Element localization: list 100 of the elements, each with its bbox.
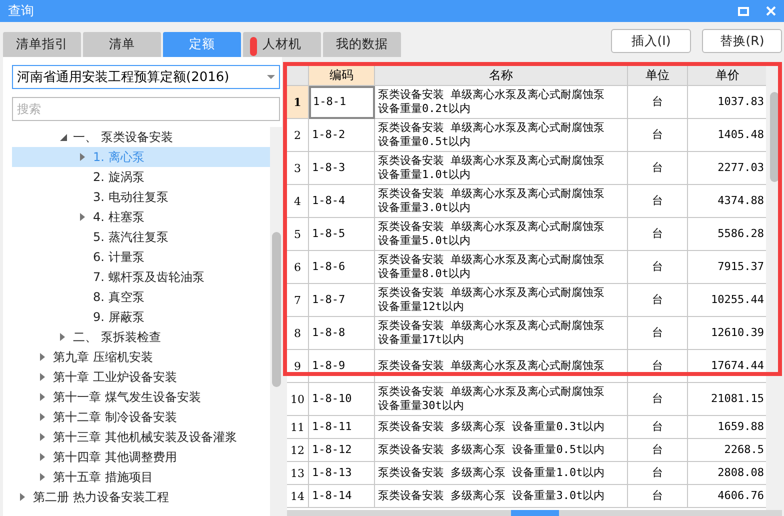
row-number[interactable]: 10 [287, 383, 309, 416]
table-cell: 1-8-11 [309, 416, 375, 439]
table-cell: 台 [628, 383, 688, 416]
row-number[interactable]: 6 [287, 251, 309, 284]
tab[interactable]: 我的数据 [323, 32, 401, 57]
row-number[interactable]: 7 [287, 284, 309, 317]
table-cell: 台 [628, 350, 688, 383]
window-title: 查询 [8, 3, 35, 20]
row-number[interactable]: 14 [287, 485, 309, 508]
row-number[interactable]: 2 [287, 119, 309, 152]
table-cell: 1-8-1 [309, 86, 375, 119]
column-header[interactable]: 名称 [375, 66, 628, 86]
table-cell: 1-8-6 [309, 251, 375, 284]
table-cell: 台 [628, 439, 688, 462]
table-cell: 台 [628, 185, 688, 218]
row-number[interactable]: 11 [287, 416, 309, 439]
table-cell: 台 [628, 317, 688, 350]
row-number[interactable]: 1 [287, 86, 309, 119]
expand-arrow-icon[interactable] [40, 453, 45, 461]
action-button[interactable]: 替换(R) [702, 29, 782, 53]
column-header[interactable]: 单位 [628, 66, 688, 86]
library-select[interactable]: 河南省通用安装工程预算定额(2016) [12, 65, 280, 89]
tree-item[interactable]: 第十二章 制冷设备安装 [12, 407, 270, 427]
table-cell: 1-8-4 [309, 185, 375, 218]
tree-item[interactable]: 第二册 热力设备安装工程 [12, 487, 270, 507]
tree-item[interactable]: 第九章 压缩机安装 [12, 347, 270, 367]
table-cell: 1-8-10 [309, 383, 375, 416]
tree-item[interactable]: 2. 旋涡泵 [12, 167, 270, 187]
expand-arrow-icon[interactable] [40, 393, 45, 401]
row-number[interactable]: 8 [287, 317, 309, 350]
table-cell: 台 [628, 251, 688, 284]
collapse-arrow-icon[interactable] [60, 134, 67, 140]
tree-item[interactable]: 第十一章 煤气发生设备安装 [12, 387, 270, 407]
action-button[interactable]: 插入(I) [611, 29, 691, 53]
table-cell: 泵类设备安装 多级离心泵 设备重量0.3t以内 [375, 416, 628, 439]
tree-item[interactable]: 第十章 工业炉设备安装 [12, 367, 270, 387]
tree-item[interactable]: 6. 计量泵 [12, 247, 270, 267]
header-corner [287, 66, 309, 86]
tree-item[interactable]: 二、 泵拆装检查 [12, 327, 270, 347]
table-cell: 1-8-8 [309, 317, 375, 350]
tree-item[interactable]: 一、 泵类设备安装 [12, 127, 270, 147]
table-cell: 泵类设备安装 单级离心水泵及离心式耐腐蚀泵设备重量3.0t以内 [375, 185, 628, 218]
close-icon[interactable] [766, 6, 776, 16]
tree-item[interactable]: 第十四章 其他调整费用 [12, 447, 270, 467]
table-cell: 1-8-3 [309, 152, 375, 185]
tree-item[interactable]: 第十三章 其他机械安装及设备灌浆 [12, 427, 270, 447]
tree-item[interactable]: 9. 屏蔽泵 [12, 307, 270, 327]
table-cell: 台 [628, 485, 688, 508]
row-number[interactable]: 13 [287, 462, 309, 485]
expand-arrow-icon[interactable] [40, 473, 45, 481]
expand-arrow-icon[interactable] [60, 333, 65, 341]
tree-item[interactable]: 7. 螺杆泵及齿轮油泵 [12, 267, 270, 287]
table-cell: 台 [628, 462, 688, 485]
table-cell: 泵类设备安装 单级离心水泵及离心式耐腐蚀泵设备重量1.0t以内 [375, 152, 628, 185]
table-cell: 泵类设备安装 单级离心水泵及离心式耐腐蚀泵设备重量8.0t以内 [375, 251, 628, 284]
table-cell: 台 [628, 119, 688, 152]
table-cell: 台 [628, 218, 688, 251]
table-cell: 泵类设备安装 单级离心水泵及离心式耐腐蚀泵设备重量30t以内 [375, 383, 628, 416]
table-cell: 台 [628, 416, 688, 439]
table-cell: 1-8-12 [309, 439, 375, 462]
table-cell: 泵类设备安装 单级离心水泵及离心式耐腐蚀泵 [375, 350, 628, 383]
table-cell: 1-8-7 [309, 284, 375, 317]
expand-arrow-icon[interactable] [40, 433, 45, 441]
tab[interactable]: 清单 [83, 32, 161, 57]
maximize-icon[interactable] [738, 6, 749, 16]
tab[interactable]: 清单指引 [3, 32, 81, 57]
table-cell: 台 [628, 152, 688, 185]
expand-arrow-icon[interactable] [40, 373, 45, 381]
tree-item[interactable]: 3. 电动往复泵 [12, 187, 270, 207]
table-cell: 1-8-2 [309, 119, 375, 152]
tab[interactable]: 人材机 [243, 32, 321, 57]
search-field[interactable]: 搜索 [12, 97, 280, 121]
expand-arrow-icon[interactable] [40, 413, 45, 421]
dropdown-caret-icon[interactable] [267, 75, 275, 79]
table-cell: 1-8-5 [309, 218, 375, 251]
table-cell: 1-8-14 [309, 485, 375, 508]
row-number[interactable]: 5 [287, 218, 309, 251]
tree-item[interactable]: 第十五章 措施项目 [12, 467, 270, 487]
table-cell: 泵类设备安装 单级离心水泵及离心式耐腐蚀泵设备重量5.0t以内 [375, 218, 628, 251]
expand-arrow-icon[interactable] [80, 153, 85, 161]
row-number[interactable]: 12 [287, 439, 309, 462]
tree-item[interactable]: 4. 柱塞泵 [12, 207, 270, 227]
column-header[interactable]: 单价 [688, 66, 766, 86]
expand-arrow-icon[interactable] [80, 213, 85, 221]
table-cell: 泵类设备安装 单级离心水泵及离心式耐腐蚀泵设备重量17t以内 [375, 317, 628, 350]
annotation-mark [250, 37, 257, 56]
row-number[interactable]: 3 [287, 152, 309, 185]
table-cell: 1-8-9 [309, 350, 375, 383]
tree-item[interactable]: 5. 蒸汽往复泵 [12, 227, 270, 247]
table-cell: 泵类设备安装 单级离心水泵及离心式耐腐蚀泵设备重量0.2t以内 [375, 86, 628, 119]
expand-arrow-icon[interactable] [20, 493, 25, 501]
table-cell: 泵类设备安装 单级离心水泵及离心式耐腐蚀泵设备重量0.5t以内 [375, 119, 628, 152]
splitter-handle[interactable] [510, 510, 558, 516]
column-header[interactable]: 编码 [309, 66, 375, 86]
table-cell: 台 [628, 86, 688, 119]
expand-arrow-icon[interactable] [40, 353, 45, 361]
table-cell: 台 [628, 284, 688, 317]
row-number[interactable]: 4 [287, 185, 309, 218]
scrollbar[interactable] [270, 127, 282, 516]
tree-item[interactable]: 8. 真空泵 [12, 287, 270, 307]
